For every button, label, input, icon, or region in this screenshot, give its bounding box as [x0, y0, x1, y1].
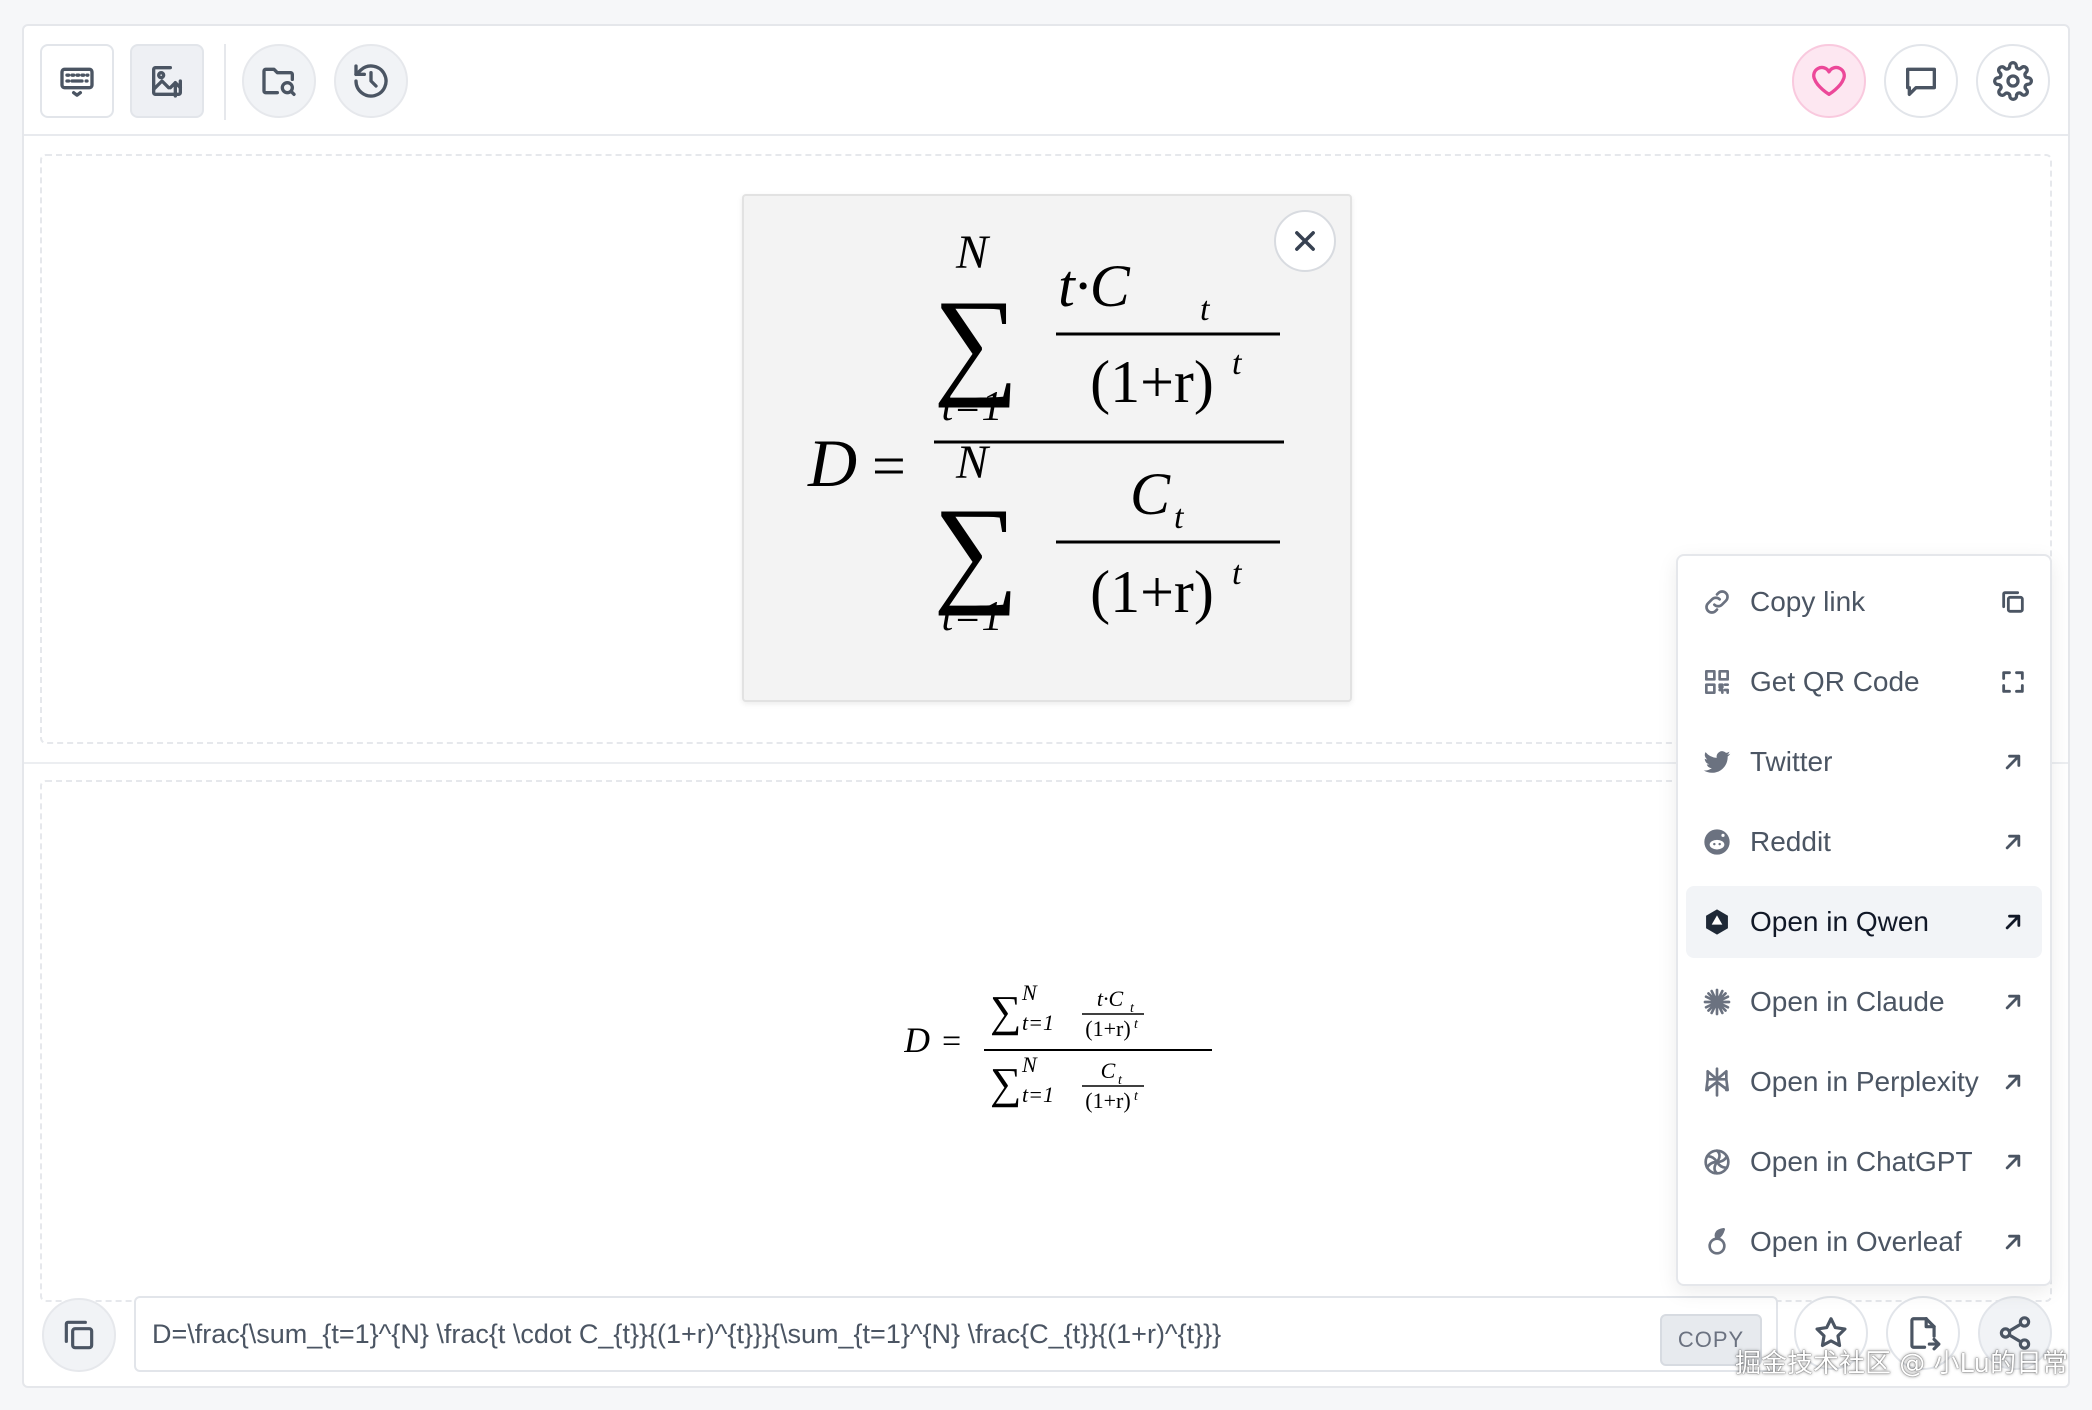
rendered-sum-upper-num: N [1021, 980, 1038, 1005]
sum-upper-den: N [955, 436, 991, 489]
menu-item-twitter[interactable]: Twitter [1686, 726, 2042, 798]
sum-upper-num: N [955, 226, 991, 279]
rendered-formula: D = ∑ N t=1 t·C t (1+r) t ∑ N t=1 C t (1… [903, 956, 1224, 1126]
num-sub: t [1200, 291, 1211, 328]
uploaded-image-preview: D = N ∑ t=1 t·C t (1+r) t N ∑ t=1 C t (1… [742, 194, 1352, 702]
rendered-sum-lower-den: t=1 [1022, 1082, 1054, 1107]
formula-lhs: D [807, 425, 857, 501]
claude-icon [1700, 985, 1734, 1019]
menu-item-label: Open in Perplexity [1750, 1066, 1979, 1097]
twitter-icon [1700, 745, 1734, 779]
menu-item-label: Open in ChatGPT [1750, 1146, 1973, 1177]
heart-icon [1812, 65, 1846, 97]
num-den: (1+r) [1090, 349, 1214, 415]
arrow-up-right-icon [1998, 1067, 2028, 1097]
arrow-up-right-icon [1998, 747, 2028, 777]
settings-button[interactable] [1976, 44, 2050, 118]
menu-item-open-overleaf[interactable]: Open in Overleaf [1686, 1206, 2042, 1278]
menu-item-label: Open in Claude [1750, 986, 1945, 1017]
rendered-sigma-num: ∑ [990, 987, 1021, 1036]
folder-search-button[interactable] [242, 44, 316, 118]
remove-image-button[interactable] [1274, 210, 1336, 272]
arrow-up-right-icon [1998, 987, 2028, 1017]
menu-item-label: Copy link [1750, 586, 1866, 617]
menu-item-label: Get QR Code [1750, 666, 1920, 697]
sum-lower-num: t=1 [941, 384, 1002, 430]
menu-item-reddit[interactable]: Reddit [1686, 806, 2042, 878]
rendered-den-top: C [1101, 1058, 1116, 1083]
latex-value: D=\frac{\sum_{t=1}^{N} \frac{t \cdot C_{… [152, 1318, 1222, 1349]
rendered-num-den: (1+r) [1085, 1016, 1130, 1041]
perplexity-icon [1700, 1065, 1734, 1099]
rendered-den-den-exp: t [1134, 1089, 1139, 1104]
menu-item-label: Open in Overleaf [1750, 1226, 1962, 1257]
qr-code-icon [1700, 665, 1734, 699]
qwen-icon [1700, 905, 1734, 939]
share-menu: Copy link Get QR Code Twitter Reddit Ope… [1676, 554, 2052, 1286]
image-upload-icon [152, 66, 182, 98]
den-den: (1+r) [1090, 559, 1214, 625]
menu-item-open-chatgpt[interactable]: Open in ChatGPT [1686, 1126, 2042, 1198]
reddit-icon [1700, 825, 1734, 859]
arrow-up-right-icon [1998, 907, 2028, 937]
menu-item-label: Twitter [1750, 746, 1833, 777]
menu-item-qr-code[interactable]: Get QR Code [1686, 646, 2042, 718]
copy-image-button[interactable] [42, 1298, 116, 1372]
gear-icon [1993, 61, 2033, 101]
menu-item-open-qwen[interactable]: Open in Qwen [1686, 886, 2042, 958]
link-icon [1700, 585, 1734, 619]
num-top: t·C [1058, 253, 1131, 319]
den-sub: t [1174, 499, 1185, 536]
expand-icon [1998, 667, 2028, 697]
sum-lower-den: t=1 [941, 594, 1002, 640]
rendered-den-den: (1+r) [1085, 1088, 1130, 1113]
chat-icon [1906, 67, 1936, 97]
rendered-sigma-den: ∑ [990, 1059, 1021, 1108]
arrow-up-right-icon [1998, 827, 2028, 857]
arrow-up-right-icon [1998, 1147, 2028, 1177]
rendered-formula-svg: D = ∑ N t=1 t·C t (1+r) t ∑ N t=1 C t (1… [903, 980, 1212, 1113]
overleaf-icon [1700, 1225, 1734, 1259]
favorite-button[interactable] [1792, 44, 1866, 118]
chatgpt-icon [1700, 1145, 1734, 1179]
den-den-exp: t [1232, 555, 1243, 592]
rendered-equals: = [942, 1023, 961, 1060]
formula-equals: = [872, 433, 906, 499]
chat-button[interactable] [1884, 44, 1958, 118]
keyboard-icon [60, 67, 94, 97]
copy-icon [1998, 587, 2028, 617]
rendered-sum-lower-num: t=1 [1022, 1010, 1054, 1035]
rendered-sum-upper-den: N [1021, 1052, 1038, 1077]
folder-search-icon [262, 67, 296, 97]
rendered-num-den-exp: t [1134, 1017, 1139, 1032]
image-upload-button[interactable] [130, 44, 204, 118]
formula-image: D = N ∑ t=1 t·C t (1+r) t N ∑ t=1 C t (1… [807, 226, 1284, 640]
menu-item-label: Open in Qwen [1750, 906, 1929, 937]
toolbar-separator [224, 44, 226, 120]
history-button[interactable] [334, 44, 408, 118]
menu-item-open-claude[interactable]: Open in Claude [1686, 966, 2042, 1038]
arrow-up-right-icon [1998, 1227, 2028, 1257]
rendered-lhs: D [904, 1020, 930, 1060]
menu-item-copy-link[interactable]: Copy link [1686, 566, 2042, 638]
history-icon [354, 64, 388, 98]
keyboard-button[interactable] [40, 44, 114, 118]
watermark: 掘金技术社区 @ 小Lu的日常 [1734, 1349, 2068, 1379]
close-icon [1295, 231, 1315, 251]
menu-item-open-perplexity[interactable]: Open in Perplexity [1686, 1046, 2042, 1118]
num-den-exp: t [1232, 345, 1243, 382]
toolbar [24, 26, 2068, 136]
den-top: C [1130, 461, 1171, 527]
latex-input[interactable]: D=\frac{\sum_{t=1}^{N} \frac{t \cdot C_{… [134, 1296, 1778, 1372]
copy-icon [64, 1320, 94, 1350]
menu-item-label: Reddit [1750, 826, 1831, 857]
rendered-num-top: t·C [1097, 986, 1124, 1011]
